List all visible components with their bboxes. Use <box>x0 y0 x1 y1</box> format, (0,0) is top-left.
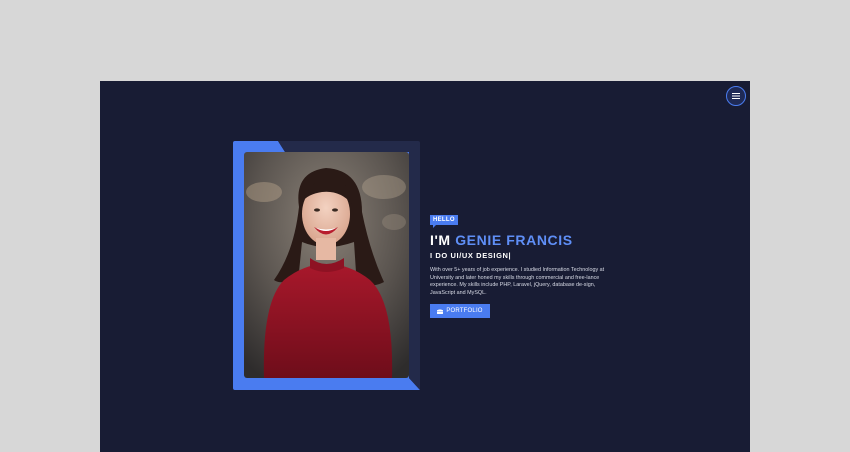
headline-name: GENIE FRANCIS <box>455 232 573 248</box>
hero-intro: HELLO I'M GENIE FRANCIS I DO UI/UX DESIG… <box>430 208 630 319</box>
briefcase-icon <box>437 308 444 314</box>
hero-bio: With over 5+ years of job experience. I … <box>430 267 605 296</box>
portfolio-button[interactable]: PORTFOLIO <box>430 304 490 319</box>
hamburger-menu-icon <box>732 93 740 99</box>
hero-role: I DO UI/UX DESIGN| <box>430 251 512 260</box>
portfolio-button-label: PORTFOLIO <box>446 308 483 315</box>
portrait-image <box>244 152 409 378</box>
hello-badge: HELLO <box>430 215 458 228</box>
page-frame: HELLO I'M GENIE FRANCIS I DO UI/UX DESIG… <box>100 81 750 452</box>
headline-greeting: I'M <box>430 232 451 248</box>
hero-headline: I'M GENIE FRANCIS <box>430 232 630 248</box>
menu-button[interactable] <box>726 86 746 106</box>
profile-photo <box>244 152 409 378</box>
profile-photo-frame <box>233 141 420 390</box>
